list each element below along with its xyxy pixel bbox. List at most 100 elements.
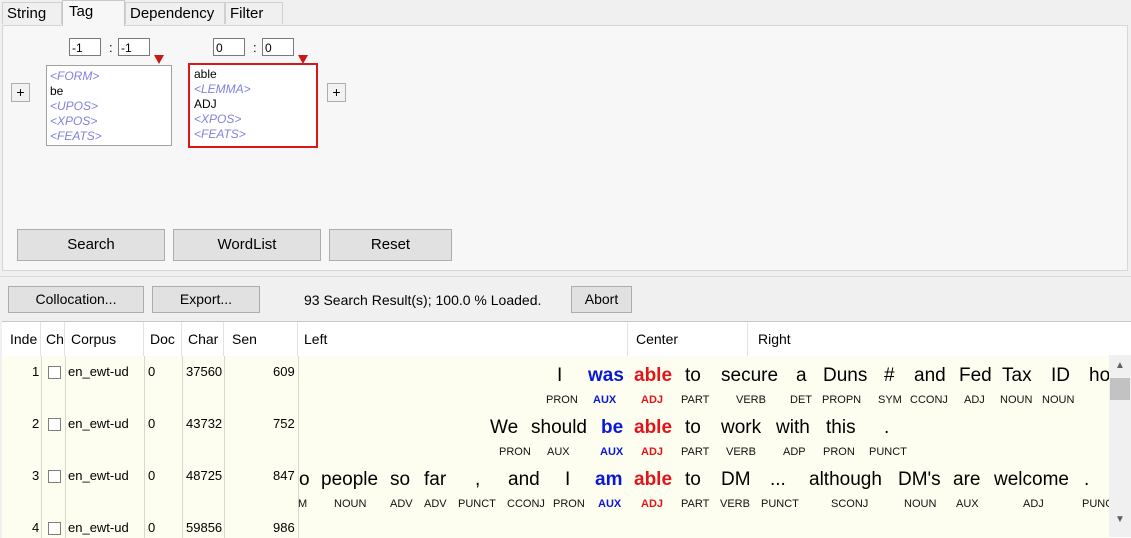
row-sen: 847 bbox=[273, 468, 295, 483]
export-button[interactable]: Export... bbox=[152, 286, 260, 313]
kwic-pos: PART bbox=[681, 394, 710, 406]
kwic-pos: CCONJ bbox=[910, 394, 948, 406]
kwic-pos: PART bbox=[681, 498, 710, 510]
slot2-feats-field[interactable]: <FEATS> bbox=[194, 127, 316, 142]
kwic-keyword-pos: AUX bbox=[598, 498, 622, 510]
slot1-form-field[interactable]: <FORM> bbox=[50, 69, 171, 84]
slot1-feats-field[interactable]: <FEATS> bbox=[50, 129, 171, 144]
column-header-center[interactable]: Center bbox=[628, 322, 748, 356]
row-corpus: en_ewt-ud bbox=[68, 520, 129, 535]
grid-line bbox=[41, 356, 42, 538]
kwic-token: to bbox=[685, 417, 701, 438]
wordlist-button[interactable]: WordList bbox=[173, 229, 321, 261]
slot1-tag-box[interactable]: <FORM> be <UPOS> <XPOS> <FEATS> bbox=[46, 65, 172, 146]
row-sen: 752 bbox=[273, 416, 295, 431]
row-doc: 0 bbox=[148, 364, 156, 379]
scroll-up-arrow-icon[interactable]: ▲ bbox=[1115, 360, 1125, 371]
add-slot-right-button[interactable]: + bbox=[327, 83, 346, 102]
slot1-lemma-field[interactable]: be bbox=[50, 84, 171, 99]
kwic-keyword-pos: AUX bbox=[593, 394, 617, 406]
slot2-upos-field[interactable]: ADJ bbox=[194, 97, 316, 112]
divider bbox=[0, 276, 1131, 277]
column-header-sen[interactable]: Sen bbox=[224, 322, 298, 356]
row-index: 1 bbox=[32, 364, 40, 379]
column-header-doc[interactable]: Doc bbox=[144, 322, 182, 356]
slot2-range-to-input[interactable]: 0 bbox=[262, 38, 294, 56]
kwic-token: to bbox=[685, 469, 701, 490]
kwic-pos: ADV bbox=[424, 498, 447, 510]
column-header-left[interactable]: Left bbox=[298, 322, 628, 356]
column-header-char[interactable]: Char bbox=[182, 322, 224, 356]
slot1-dropdown-arrow-icon[interactable] bbox=[154, 55, 164, 64]
slot1-range-to-input[interactable]: -1 bbox=[118, 38, 150, 56]
tab-filter[interactable]: Filter bbox=[225, 2, 283, 24]
row-corpus: en_ewt-ud bbox=[68, 416, 129, 431]
kwic-token: ho bbox=[1089, 365, 1111, 386]
slot2-xpos-field[interactable]: <XPOS> bbox=[194, 112, 316, 127]
column-header-right[interactable]: Right bbox=[748, 322, 1131, 356]
abort-button[interactable]: Abort bbox=[571, 286, 632, 313]
grid-line bbox=[182, 356, 183, 538]
search-button[interactable]: Search bbox=[17, 229, 165, 261]
slot2-range-from-input[interactable]: 0 bbox=[213, 38, 245, 56]
row-sen: 609 bbox=[273, 364, 295, 379]
kwic-pos: PUNCT bbox=[458, 498, 496, 510]
row-checkbox[interactable] bbox=[48, 418, 61, 431]
column-header-check[interactable]: Ch bbox=[41, 322, 65, 356]
grid-line bbox=[65, 356, 66, 538]
row-index: 4 bbox=[32, 520, 40, 535]
kwic-center-pos: ADJ bbox=[641, 394, 664, 406]
kwic-token: to bbox=[685, 365, 701, 386]
kwic-token: ... bbox=[770, 469, 786, 490]
row-char: 59856 bbox=[186, 520, 223, 535]
slot1-upos-field[interactable]: <UPOS> bbox=[50, 99, 171, 114]
column-header-corpus[interactable]: Corpus bbox=[65, 322, 144, 356]
column-header-index[interactable]: Inde bbox=[2, 322, 41, 356]
row-doc: 0 bbox=[148, 520, 156, 535]
kwic-token: o bbox=[299, 469, 310, 490]
kwic-token: with bbox=[776, 417, 810, 438]
tab-tag[interactable]: Tag bbox=[62, 0, 125, 26]
kwic-center-token: able bbox=[634, 365, 673, 386]
row-doc: 0 bbox=[148, 468, 156, 483]
add-slot-left-button[interactable]: + bbox=[11, 83, 30, 102]
row-checkbox[interactable] bbox=[48, 366, 61, 379]
kwic-pos: NOUN bbox=[1042, 394, 1075, 406]
kwic-token: people bbox=[321, 469, 379, 490]
range-colon: : bbox=[109, 40, 113, 55]
kwic-pos: VERB bbox=[720, 498, 750, 510]
kwic-pos: PRON bbox=[823, 446, 855, 458]
grid-line bbox=[144, 356, 145, 538]
result-status: 93 Search Result(s); 100.0 % Loaded. bbox=[304, 292, 542, 308]
kwic-center-token: able bbox=[634, 469, 673, 490]
slot1-xpos-field[interactable]: <XPOS> bbox=[50, 114, 171, 129]
kwic-keyword-token: be bbox=[601, 417, 624, 438]
reset-button[interactable]: Reset bbox=[329, 229, 452, 261]
kwic-token: so bbox=[390, 469, 411, 490]
kwic-pos: ADP bbox=[783, 446, 806, 458]
row-index: 2 bbox=[32, 416, 40, 431]
kwic-pos: NOUN bbox=[1000, 394, 1033, 406]
grid-line bbox=[298, 356, 299, 538]
row-char: 43732 bbox=[186, 416, 223, 431]
kwic-token: ID bbox=[1051, 365, 1070, 386]
slot2-lemma-field[interactable]: <LEMMA> bbox=[194, 82, 316, 97]
kwic-pos: NOUN bbox=[904, 498, 937, 510]
kwic-token: welcome bbox=[994, 469, 1069, 490]
kwic-pos: M bbox=[298, 498, 308, 510]
tab-string[interactable]: String bbox=[2, 2, 62, 24]
row-checkbox[interactable] bbox=[48, 470, 61, 483]
kwic-token: . bbox=[1084, 469, 1090, 490]
scroll-down-arrow-icon[interactable]: ▼ bbox=[1115, 514, 1125, 525]
kwic-center-token: able bbox=[634, 417, 673, 438]
tab-dependency[interactable]: Dependency bbox=[125, 2, 225, 24]
kwic-pos: SYM bbox=[878, 394, 902, 406]
slot1-range-from-input[interactable]: -1 bbox=[69, 38, 101, 56]
kwic-center-pos: ADJ bbox=[641, 446, 664, 458]
tag-query-panel bbox=[2, 25, 1128, 271]
collocation-button[interactable]: Collocation... bbox=[8, 286, 144, 313]
slot2-tag-box[interactable]: able <LEMMA> ADJ <XPOS> <FEATS> bbox=[188, 63, 318, 148]
slot2-form-field[interactable]: able bbox=[194, 67, 316, 82]
row-checkbox[interactable] bbox=[48, 522, 61, 535]
scrollbar-thumb[interactable] bbox=[1110, 378, 1130, 400]
